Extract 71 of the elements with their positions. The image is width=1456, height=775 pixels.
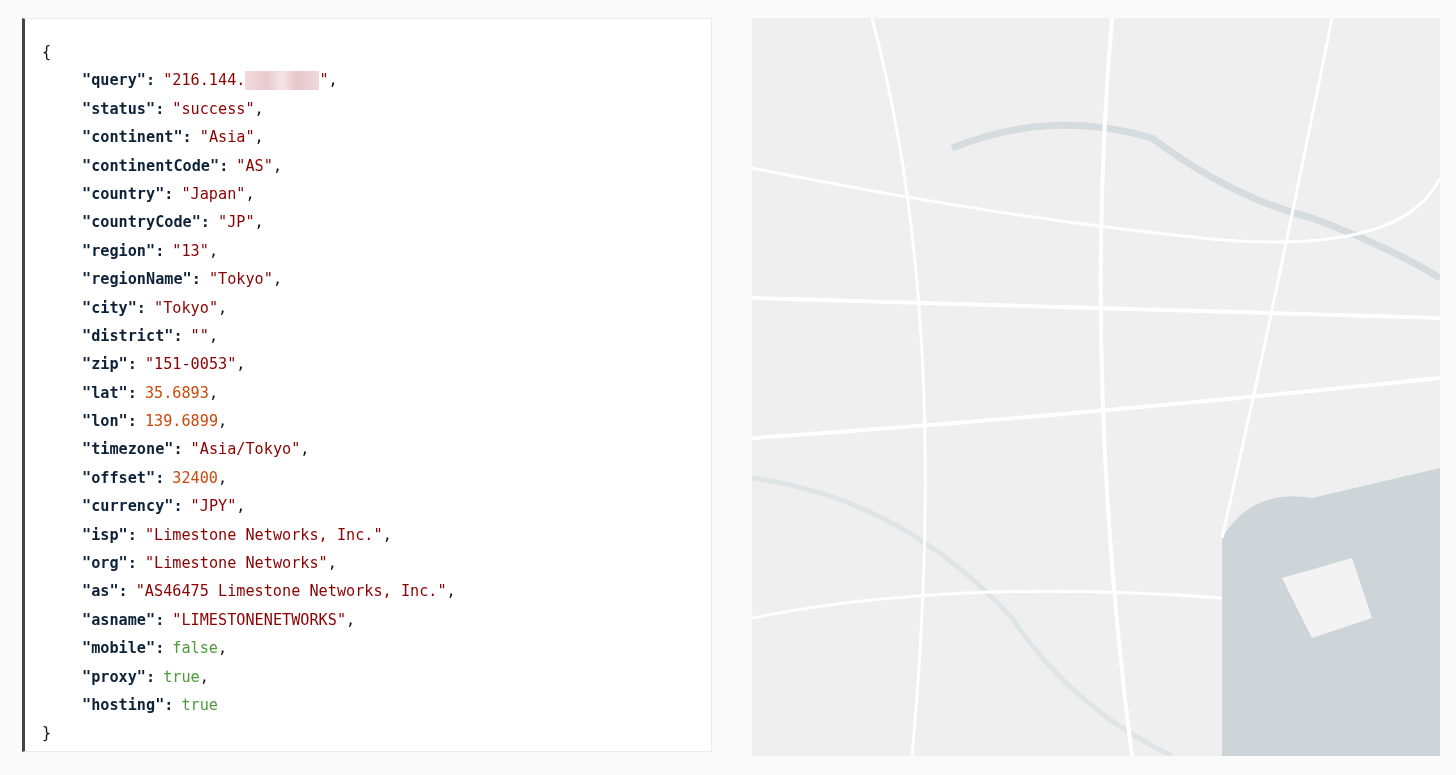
comma: , xyxy=(300,439,310,461)
json-value: "" xyxy=(190,325,209,347)
json-value: "216.144. xyxy=(163,70,246,92)
json-value: "Limestone Networks" xyxy=(144,553,328,575)
json-value: "LIMESTONENETWORKS" xyxy=(172,609,347,631)
json-key: "asname": xyxy=(82,605,165,635)
json-key: "region": xyxy=(82,236,165,266)
comma: , xyxy=(218,467,228,489)
json-key: "zip": xyxy=(82,350,137,379)
json-value: "Asia/Tokyo" xyxy=(190,439,301,461)
brace: { xyxy=(42,42,52,63)
json-value: " xyxy=(319,70,329,92)
json-key: "countryCode": xyxy=(82,208,210,237)
json-value: "AS" xyxy=(236,155,273,177)
comma: , xyxy=(208,240,219,262)
json-key: "timezone": xyxy=(82,435,183,464)
json-key: "isp": xyxy=(82,520,137,550)
brace: } xyxy=(42,723,52,745)
comma: , xyxy=(236,496,246,518)
json-key: "lon": xyxy=(82,407,137,436)
comma: , xyxy=(208,325,219,347)
json-value: 32400 xyxy=(172,467,218,489)
json-value: true xyxy=(163,666,200,688)
json-key: "mobile": xyxy=(82,634,165,663)
json-key: "city": xyxy=(82,293,146,322)
json-key: "status": xyxy=(82,94,165,124)
comma: , xyxy=(236,354,246,376)
json-value: "JPY" xyxy=(190,496,237,518)
json-key: "org": xyxy=(82,549,137,578)
json-value: "151-0053" xyxy=(144,354,237,376)
json-key: "query": xyxy=(82,66,156,95)
comma: , xyxy=(346,609,356,631)
json-value: "Tokyo" xyxy=(208,269,273,291)
json-key: "currency": xyxy=(82,492,183,521)
comma: , xyxy=(208,382,219,404)
json-value: false xyxy=(172,638,218,660)
json-key: "proxy": xyxy=(82,662,156,691)
comma: , xyxy=(328,70,338,92)
comma: , xyxy=(327,553,337,575)
comma: , xyxy=(218,297,228,319)
json-key: "offset": xyxy=(82,463,165,493)
comma: , xyxy=(382,524,392,546)
json-value: "JP" xyxy=(218,212,255,234)
json-value: "Japan" xyxy=(181,183,246,205)
json-key: "country": xyxy=(82,179,174,209)
json-key: "district": xyxy=(82,321,183,351)
json-key: "regionName": xyxy=(82,265,201,294)
json-key: "continent": xyxy=(82,123,192,152)
comma: , xyxy=(254,212,264,234)
comma: , xyxy=(254,98,264,120)
json-value: "Tokyo" xyxy=(154,297,219,319)
json-value: "13" xyxy=(172,240,209,262)
json-value: "AS46475 Limestone Networks, Inc." xyxy=(135,581,447,603)
comma: , xyxy=(254,127,264,149)
comma: , xyxy=(272,155,283,177)
comma: , xyxy=(218,638,228,660)
json-key: "as": xyxy=(82,577,128,606)
json-value: "Asia" xyxy=(199,127,255,149)
comma: , xyxy=(446,581,456,603)
json-key: "hosting": xyxy=(82,691,174,720)
json-value: "success" xyxy=(172,98,255,120)
json-key: "lat": xyxy=(82,378,137,408)
comma: , xyxy=(199,666,209,688)
json-key: "continentCode": xyxy=(82,151,229,180)
comma: , xyxy=(245,183,255,205)
json-value: true xyxy=(181,695,218,716)
comma: , xyxy=(218,411,228,433)
comma: , xyxy=(272,269,283,291)
json-value: 139.6899 xyxy=(144,411,219,433)
json-value: "Limestone Networks, Inc." xyxy=(144,524,383,546)
json-value: 35.6893 xyxy=(144,382,209,404)
